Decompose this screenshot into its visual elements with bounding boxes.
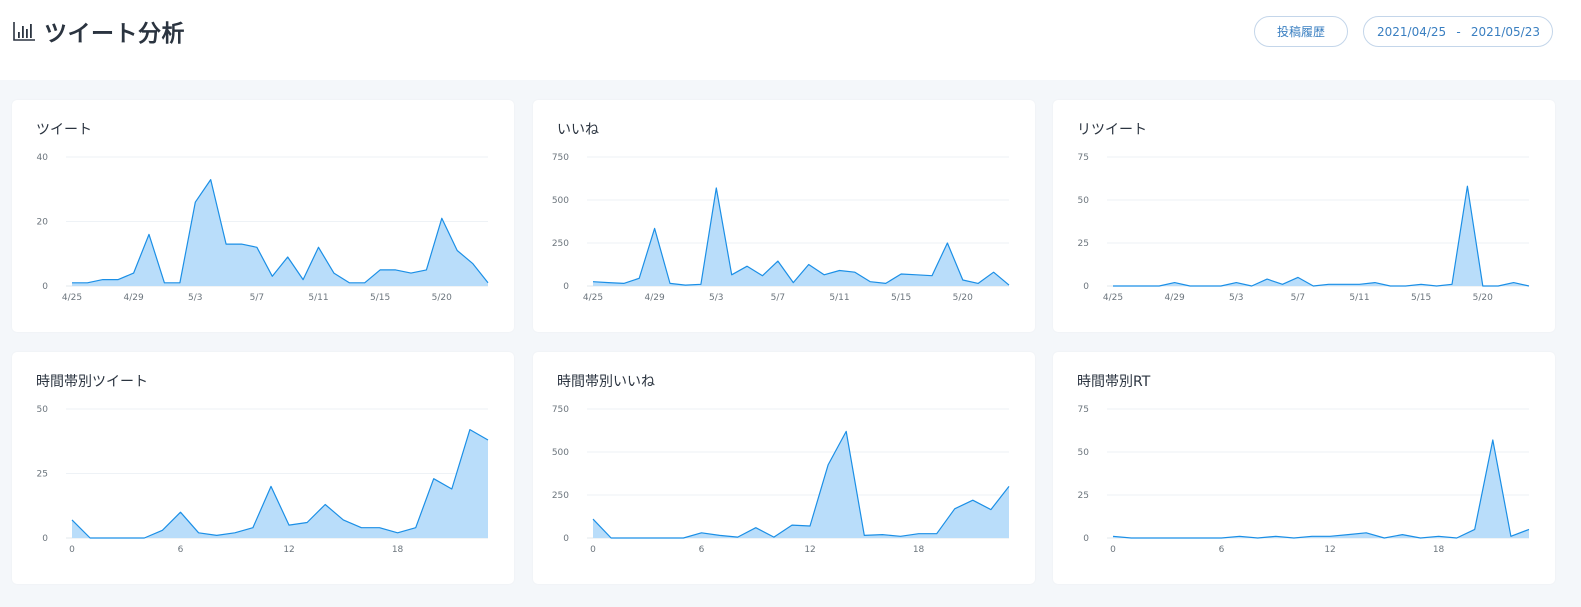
x-tick-label: 5/11 bbox=[308, 293, 328, 303]
chart-likes: 0 250 500 750 4/25 4/29 5/3 5/7 5/11 5/15 5/20 bbox=[552, 153, 1010, 303]
series-area bbox=[593, 188, 1009, 286]
x-tick-label: 18 bbox=[913, 545, 925, 555]
y-tick-label: 75 bbox=[1078, 405, 1089, 415]
chart-hourly-rt: 0 25 50 75 0 6 12 18 bbox=[1078, 405, 1530, 555]
y-tick-label: 500 bbox=[552, 448, 569, 458]
y-tick-label: 25 bbox=[1078, 491, 1089, 501]
y-tick-label: 750 bbox=[552, 153, 569, 163]
y-tick-label: 75 bbox=[1078, 153, 1089, 163]
y-tick-label: 25 bbox=[37, 470, 48, 480]
y-tick-label: 0 bbox=[42, 534, 48, 544]
series-line bbox=[72, 179, 489, 284]
y-tick-label: 500 bbox=[552, 196, 569, 206]
x-tick-label: 12 bbox=[1324, 545, 1335, 555]
chart-tweets: 0 20 40 4/25 4/29 5/3 5/7 5/11 5/15 5/20 bbox=[37, 153, 489, 303]
x-tick-label: 0 bbox=[590, 545, 596, 555]
chart-card-likes: いいね 0 250 500 750 4/25 4/29 5/3 5/7 5/11 5/15 5/20 bbox=[533, 100, 1035, 332]
y-tick-label: 0 bbox=[563, 534, 569, 544]
date-range-picker[interactable]: 2021/04/25 - 2021/05/23 bbox=[1363, 16, 1553, 47]
y-tick-label: 0 bbox=[563, 282, 569, 292]
chart-card-hourly-likes: 時間帯別いいね 0 250 500 750 0 6 12 18 bbox=[533, 352, 1035, 584]
x-tick-label: 12 bbox=[283, 545, 294, 555]
x-tick-label: 4/25 bbox=[583, 293, 603, 303]
x-tick-label: 0 bbox=[69, 545, 75, 555]
y-tick-label: 250 bbox=[552, 239, 569, 249]
x-tick-label: 5/15 bbox=[1411, 293, 1431, 303]
date-separator: - bbox=[1456, 24, 1461, 39]
x-tick-label: 5/20 bbox=[432, 293, 452, 303]
x-tick-label: 5/3 bbox=[709, 293, 723, 303]
series-area bbox=[593, 431, 1009, 538]
x-tick-label: 5/11 bbox=[829, 293, 849, 303]
x-tick-label: 5/20 bbox=[1473, 293, 1493, 303]
y-tick-label: 750 bbox=[552, 405, 569, 415]
x-tick-label: 5/7 bbox=[1291, 293, 1305, 303]
x-tick-label: 4/29 bbox=[645, 293, 665, 303]
y-tick-label: 250 bbox=[552, 491, 569, 501]
x-tick-label: 6 bbox=[1219, 545, 1225, 555]
x-tick-label: 5/11 bbox=[1349, 293, 1369, 303]
x-tick-label: 6 bbox=[178, 545, 184, 555]
x-tick-label: 5/20 bbox=[953, 293, 973, 303]
series-area bbox=[1113, 440, 1529, 538]
x-tick-label: 18 bbox=[392, 545, 404, 555]
header-bar: ツイート分析 投稿履歴 2021/04/25 - 2021/05/23 bbox=[0, 0, 1581, 80]
x-tick-label: 6 bbox=[699, 545, 705, 555]
y-tick-label: 0 bbox=[1083, 534, 1089, 544]
post-history-button[interactable]: 投稿履歴 bbox=[1254, 16, 1348, 47]
page-title: ツイート分析 bbox=[44, 21, 185, 47]
x-tick-label: 4/25 bbox=[1103, 293, 1123, 303]
y-tick-label: 20 bbox=[37, 218, 49, 228]
y-tick-label: 25 bbox=[1078, 239, 1089, 249]
x-tick-label: 4/25 bbox=[62, 293, 82, 303]
series-area bbox=[72, 429, 488, 538]
series-line bbox=[1112, 439, 1530, 539]
x-tick-label: 18 bbox=[1433, 545, 1445, 555]
y-tick-label: 50 bbox=[1078, 448, 1090, 458]
x-tick-label: 12 bbox=[804, 545, 815, 555]
x-tick-label: 5/7 bbox=[250, 293, 264, 303]
x-tick-label: 5/7 bbox=[771, 293, 785, 303]
x-tick-label: 4/29 bbox=[1165, 293, 1185, 303]
y-tick-label: 0 bbox=[42, 282, 48, 292]
title-area: ツイート分析 bbox=[12, 14, 185, 48]
chart-retweets: 0 25 50 75 4/25 4/29 5/3 5/7 5/11 5/15 5/20 bbox=[1078, 153, 1530, 303]
date-from[interactable]: 2021/04/25 bbox=[1377, 25, 1446, 39]
y-tick-label: 40 bbox=[37, 153, 49, 163]
y-tick-label: 50 bbox=[1078, 196, 1090, 206]
series-area bbox=[1113, 186, 1529, 286]
y-tick-label: 50 bbox=[37, 405, 49, 415]
x-tick-label: 5/3 bbox=[1229, 293, 1243, 303]
chart-card-hourly-rt: 時間帯別RT 0 25 50 75 0 6 12 18 bbox=[1053, 352, 1555, 584]
date-to[interactable]: 2021/05/23 bbox=[1471, 25, 1540, 39]
chart-card-hourly-tweets: 時間帯別ツイート 0 25 50 0 6 12 18 bbox=[12, 352, 514, 584]
y-tick-label: 0 bbox=[1083, 282, 1089, 292]
x-tick-label: 4/29 bbox=[124, 293, 144, 303]
chart-hourly-tweets: 0 25 50 0 6 12 18 bbox=[37, 405, 489, 555]
chart-card-retweets: リツイート 0 25 50 75 4/25 4/29 5/3 5/7 5/11 5/15 5/20 bbox=[1053, 100, 1555, 332]
x-tick-label: 0 bbox=[1110, 545, 1116, 555]
x-tick-label: 5/15 bbox=[891, 293, 911, 303]
x-tick-label: 5/3 bbox=[188, 293, 202, 303]
bar-chart-icon bbox=[13, 22, 35, 41]
x-tick-label: 5/15 bbox=[370, 293, 390, 303]
chart-card-tweets: ツイート 0 20 40 4/25 4/29 5/3 5/7 5/11 5/15 5/20 bbox=[12, 100, 514, 332]
chart-hourly-likes: 0 250 500 750 0 6 12 18 bbox=[552, 405, 1010, 555]
